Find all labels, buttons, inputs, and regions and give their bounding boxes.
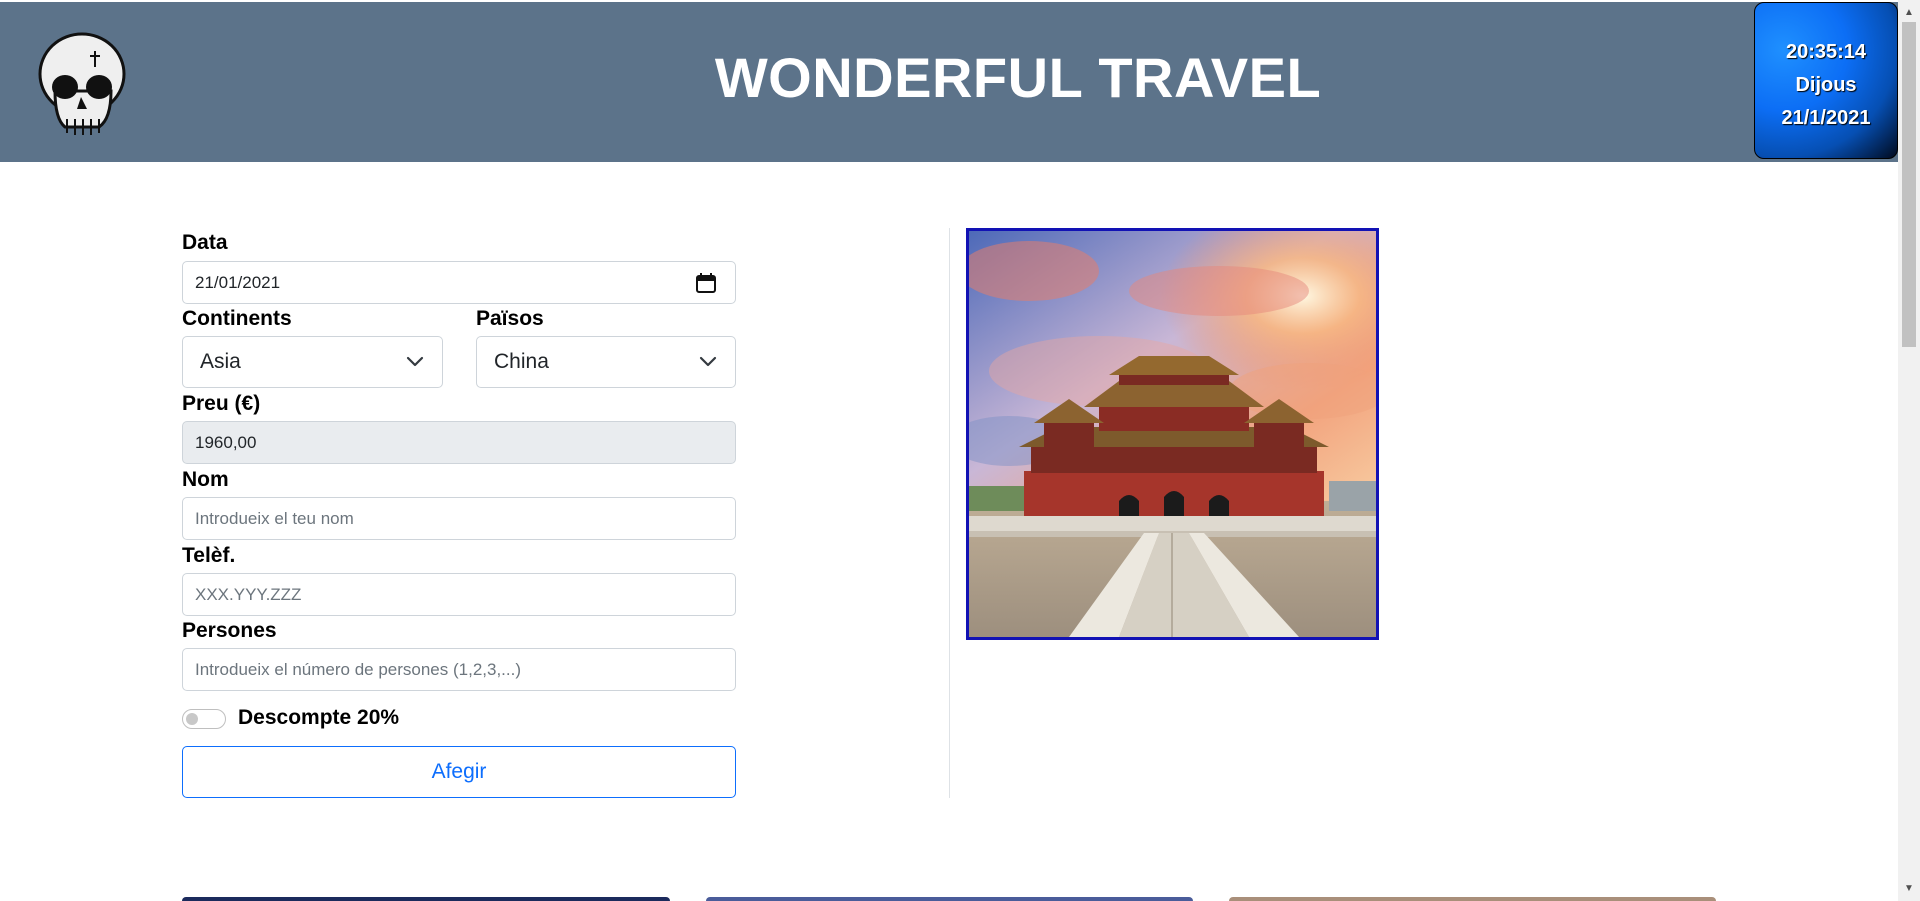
name-input[interactable]: Introdueix el teu nom [182, 497, 736, 540]
price-input: 1960,00 [182, 421, 736, 464]
scroll-thumb[interactable] [1902, 22, 1916, 347]
price-label: Preu (€) [182, 392, 261, 415]
scroll-up-arrow-icon[interactable]: ▲ [1898, 2, 1920, 22]
forbidden-city-image [969, 231, 1376, 637]
destination-photo [966, 228, 1379, 640]
destination-card-2[interactable] [706, 897, 1193, 901]
phone-placeholder: XXX.YYY.ZZZ [195, 584, 302, 604]
site-header: WONDERFUL TRAVEL [0, 2, 1898, 162]
toggle-knob [186, 713, 198, 725]
people-placeholder: Introdueix el número de persones (1,2,3,… [195, 659, 522, 679]
country-value: China [494, 350, 549, 373]
people-label: Persones [182, 619, 277, 642]
destination-card-3[interactable] [1229, 897, 1716, 901]
people-input[interactable]: Introdueix el número de persones (1,2,3,… [182, 648, 736, 691]
date-value: 21/01/2021 [195, 272, 281, 292]
date-input[interactable]: 21/01/2021 [182, 261, 736, 304]
name-label: Nom [182, 468, 229, 491]
discount-toggle[interactable] [182, 709, 226, 729]
clock-widget: 20:35:14 Dijous 21/1/2021 [1754, 2, 1898, 159]
destination-card-1[interactable] [182, 897, 670, 901]
chevron-down-icon [406, 356, 424, 367]
country-select[interactable]: China [476, 336, 736, 388]
calendar-icon[interactable] [695, 272, 717, 294]
column-divider [949, 228, 950, 798]
continent-select[interactable]: Asia [182, 336, 443, 388]
name-placeholder: Introdueix el teu nom [195, 508, 354, 528]
price-value: 1960,00 [195, 432, 257, 452]
phone-label: Telèf. [182, 544, 236, 567]
add-button[interactable]: Afegir [182, 746, 736, 798]
date-label: Data [182, 231, 228, 254]
site-title: WONDERFUL TRAVEL [714, 46, 1322, 109]
clock-time: 20:35:14 [1785, 41, 1867, 63]
scroll-down-arrow-icon[interactable]: ▼ [1898, 878, 1920, 898]
vertical-scrollbar[interactable]: ▲ ▼ [1898, 0, 1920, 901]
chevron-down-icon [699, 356, 717, 367]
clock-date: 21/1/2021 [1781, 107, 1871, 129]
phone-input[interactable]: XXX.YYY.ZZZ [182, 573, 736, 616]
discount-label: Descompte 20% [238, 706, 400, 729]
country-label: Països [476, 307, 544, 330]
clock-day: Dijous [1795, 74, 1857, 96]
continent-label: Continents [182, 307, 292, 330]
continent-value: Asia [200, 350, 241, 373]
